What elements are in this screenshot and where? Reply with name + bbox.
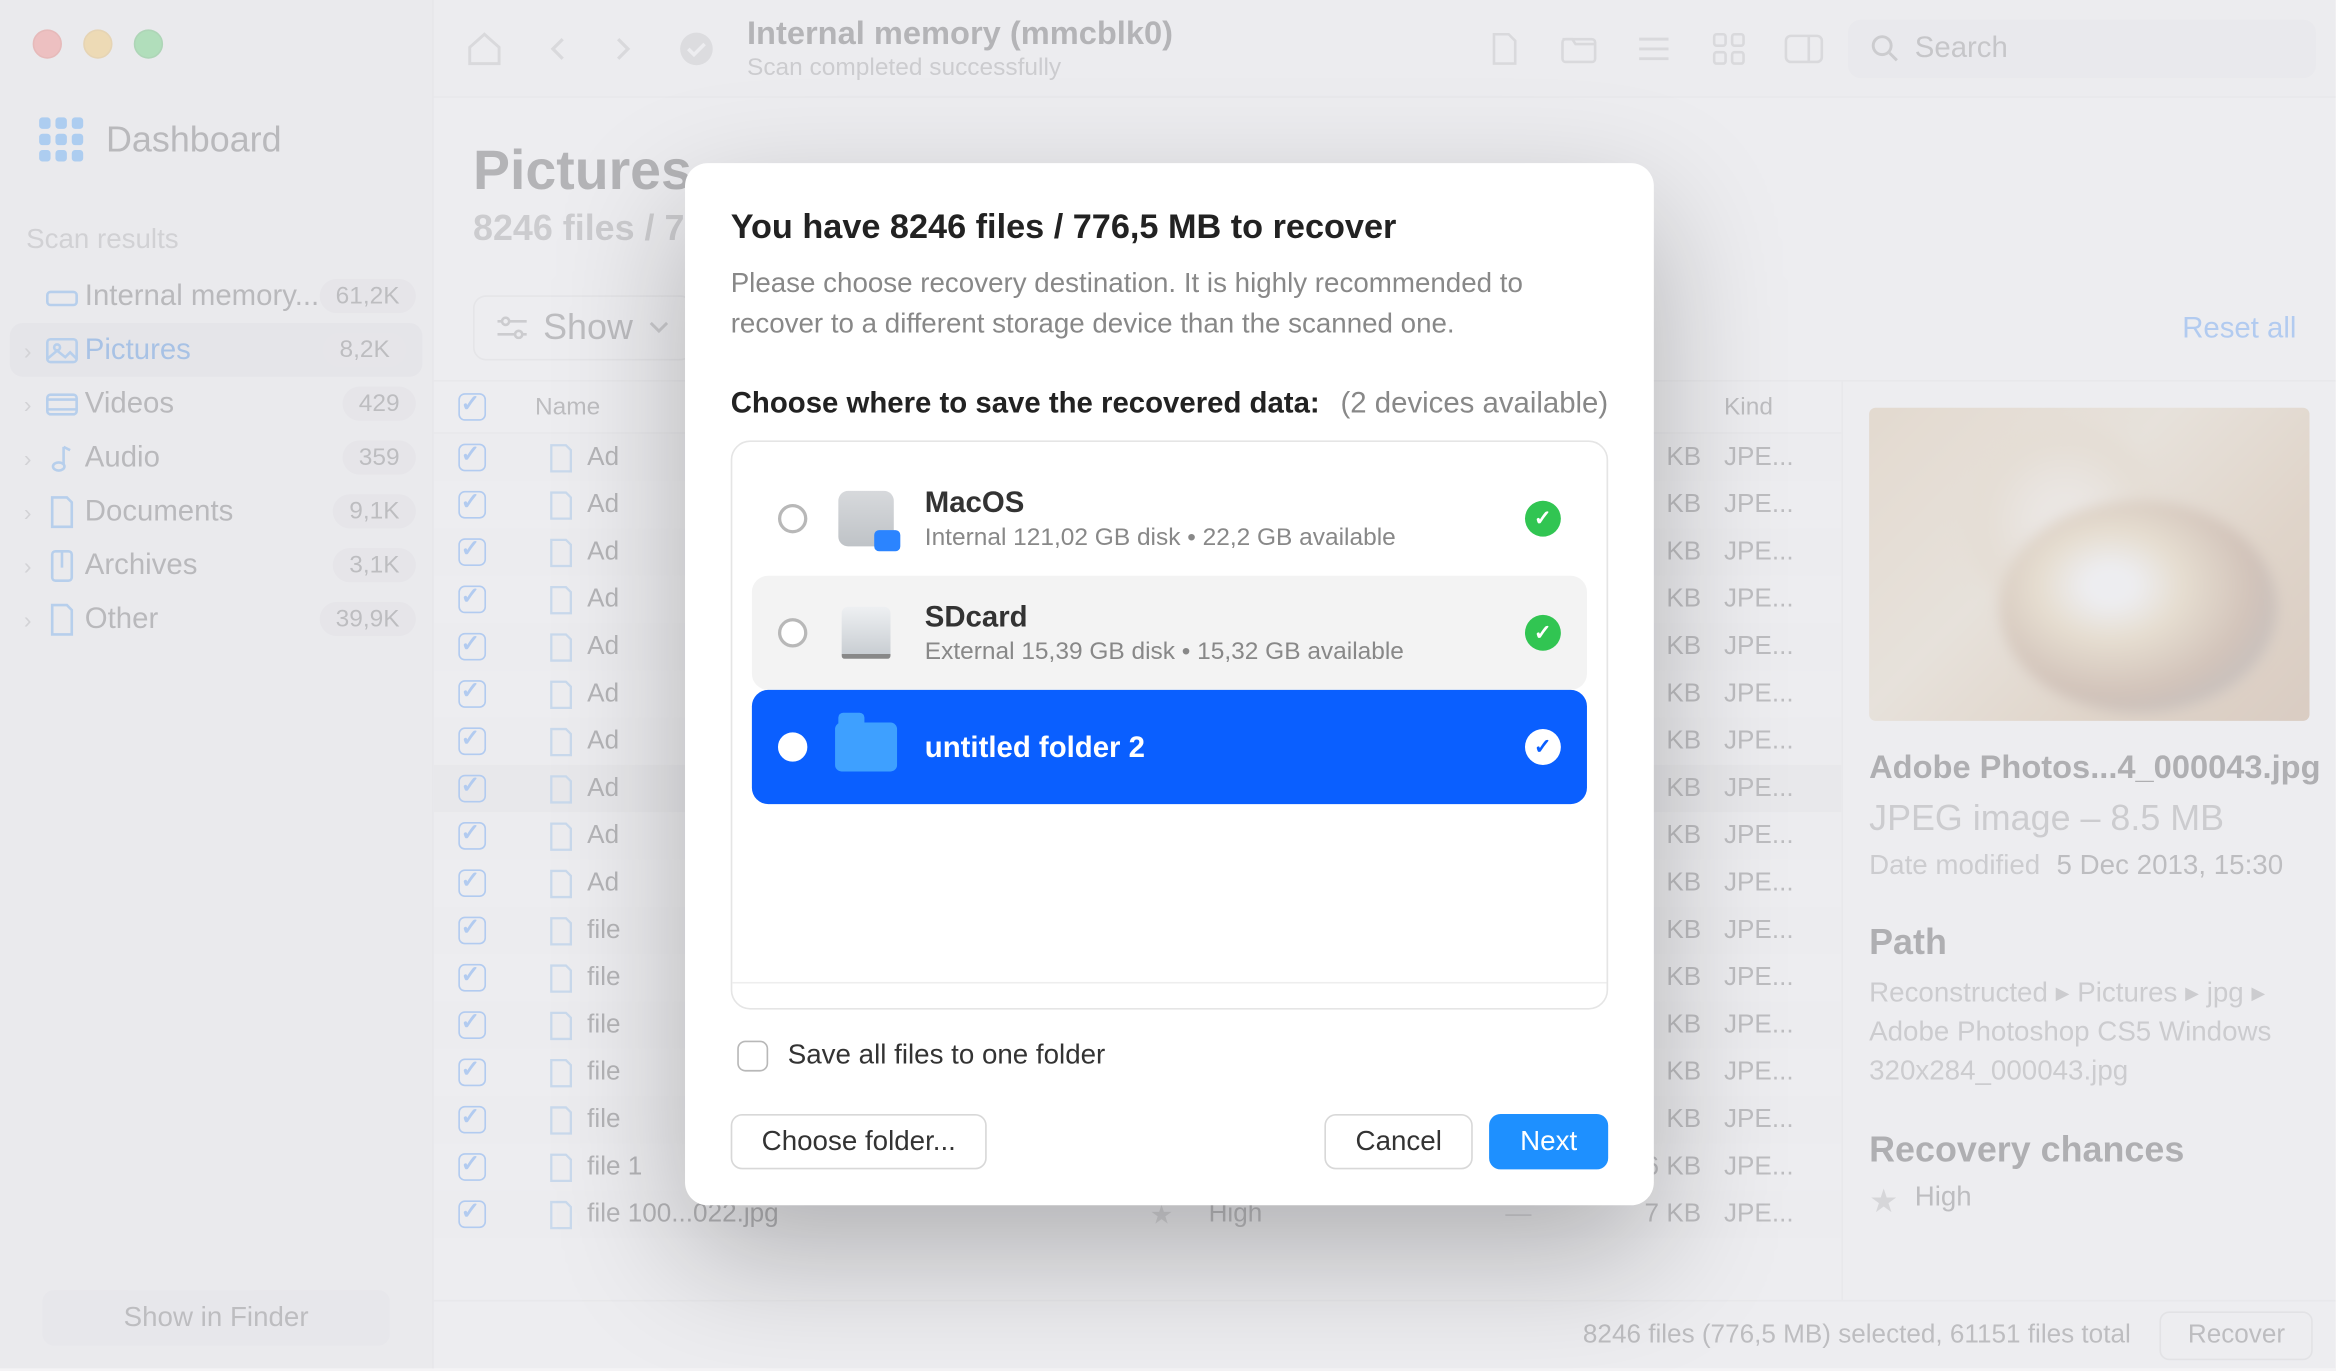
save-one-folder-checkbox[interactable] xyxy=(737,1040,768,1071)
destination-untitled-folder[interactable]: untitled folder 2 ✓ xyxy=(752,690,1587,804)
modal-description: Please choose recovery destination. It i… xyxy=(731,264,1608,344)
modal-choose-label: Choose where to save the recovered data: xyxy=(731,387,1320,421)
radio-unchecked-icon xyxy=(778,619,807,648)
save-one-folder-label: Save all files to one folder xyxy=(788,1039,1106,1072)
checkmark-icon: ✓ xyxy=(1525,501,1561,537)
destination-list: MacOS Internal 121,02 GB disk • 22,2 GB … xyxy=(731,441,1608,1010)
next-button[interactable]: Next xyxy=(1489,1114,1608,1169)
cancel-button[interactable]: Cancel xyxy=(1325,1114,1473,1169)
checkmark-icon: ✓ xyxy=(1525,730,1561,766)
modal-devices-count: (2 devices available) xyxy=(1341,387,1609,421)
recovery-destination-dialog: You have 8246 files / 776,5 MB to recove… xyxy=(685,163,1654,1205)
choose-folder-button[interactable]: Choose folder... xyxy=(731,1114,987,1169)
external-disk-icon xyxy=(842,607,891,659)
checkmark-icon: ✓ xyxy=(1525,615,1561,651)
folder-icon xyxy=(835,723,897,772)
destination-sdcard[interactable]: SDcard External 15,39 GB disk • 15,32 GB… xyxy=(752,576,1587,690)
radio-unchecked-icon xyxy=(778,504,807,533)
radio-checked-icon xyxy=(778,733,807,762)
destination-macos[interactable]: MacOS Internal 121,02 GB disk • 22,2 GB … xyxy=(752,462,1587,576)
internal-disk-icon xyxy=(838,491,893,546)
modal-heading: You have 8246 files / 776,5 MB to recove… xyxy=(731,209,1608,248)
